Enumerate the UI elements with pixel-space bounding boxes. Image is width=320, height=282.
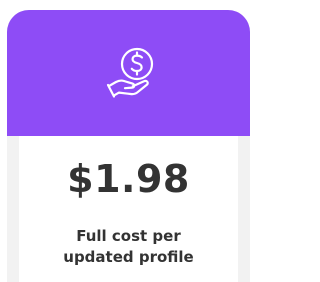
hand-holding-dollar-icon [104, 42, 162, 102]
page: $1.98 Full cost per updated profile [0, 0, 257, 282]
price-caption-line-1: Full cost per [76, 227, 181, 245]
price-caption: Full cost per updated profile [19, 226, 238, 268]
pricing-card: $1.98 Full cost per updated profile [7, 10, 250, 282]
pricing-card-body: $1.98 Full cost per updated profile [19, 136, 238, 282]
price-caption-line-2: updated profile [63, 248, 194, 266]
pricing-card-header [7, 10, 250, 136]
price-value: $1.98 [67, 157, 190, 201]
